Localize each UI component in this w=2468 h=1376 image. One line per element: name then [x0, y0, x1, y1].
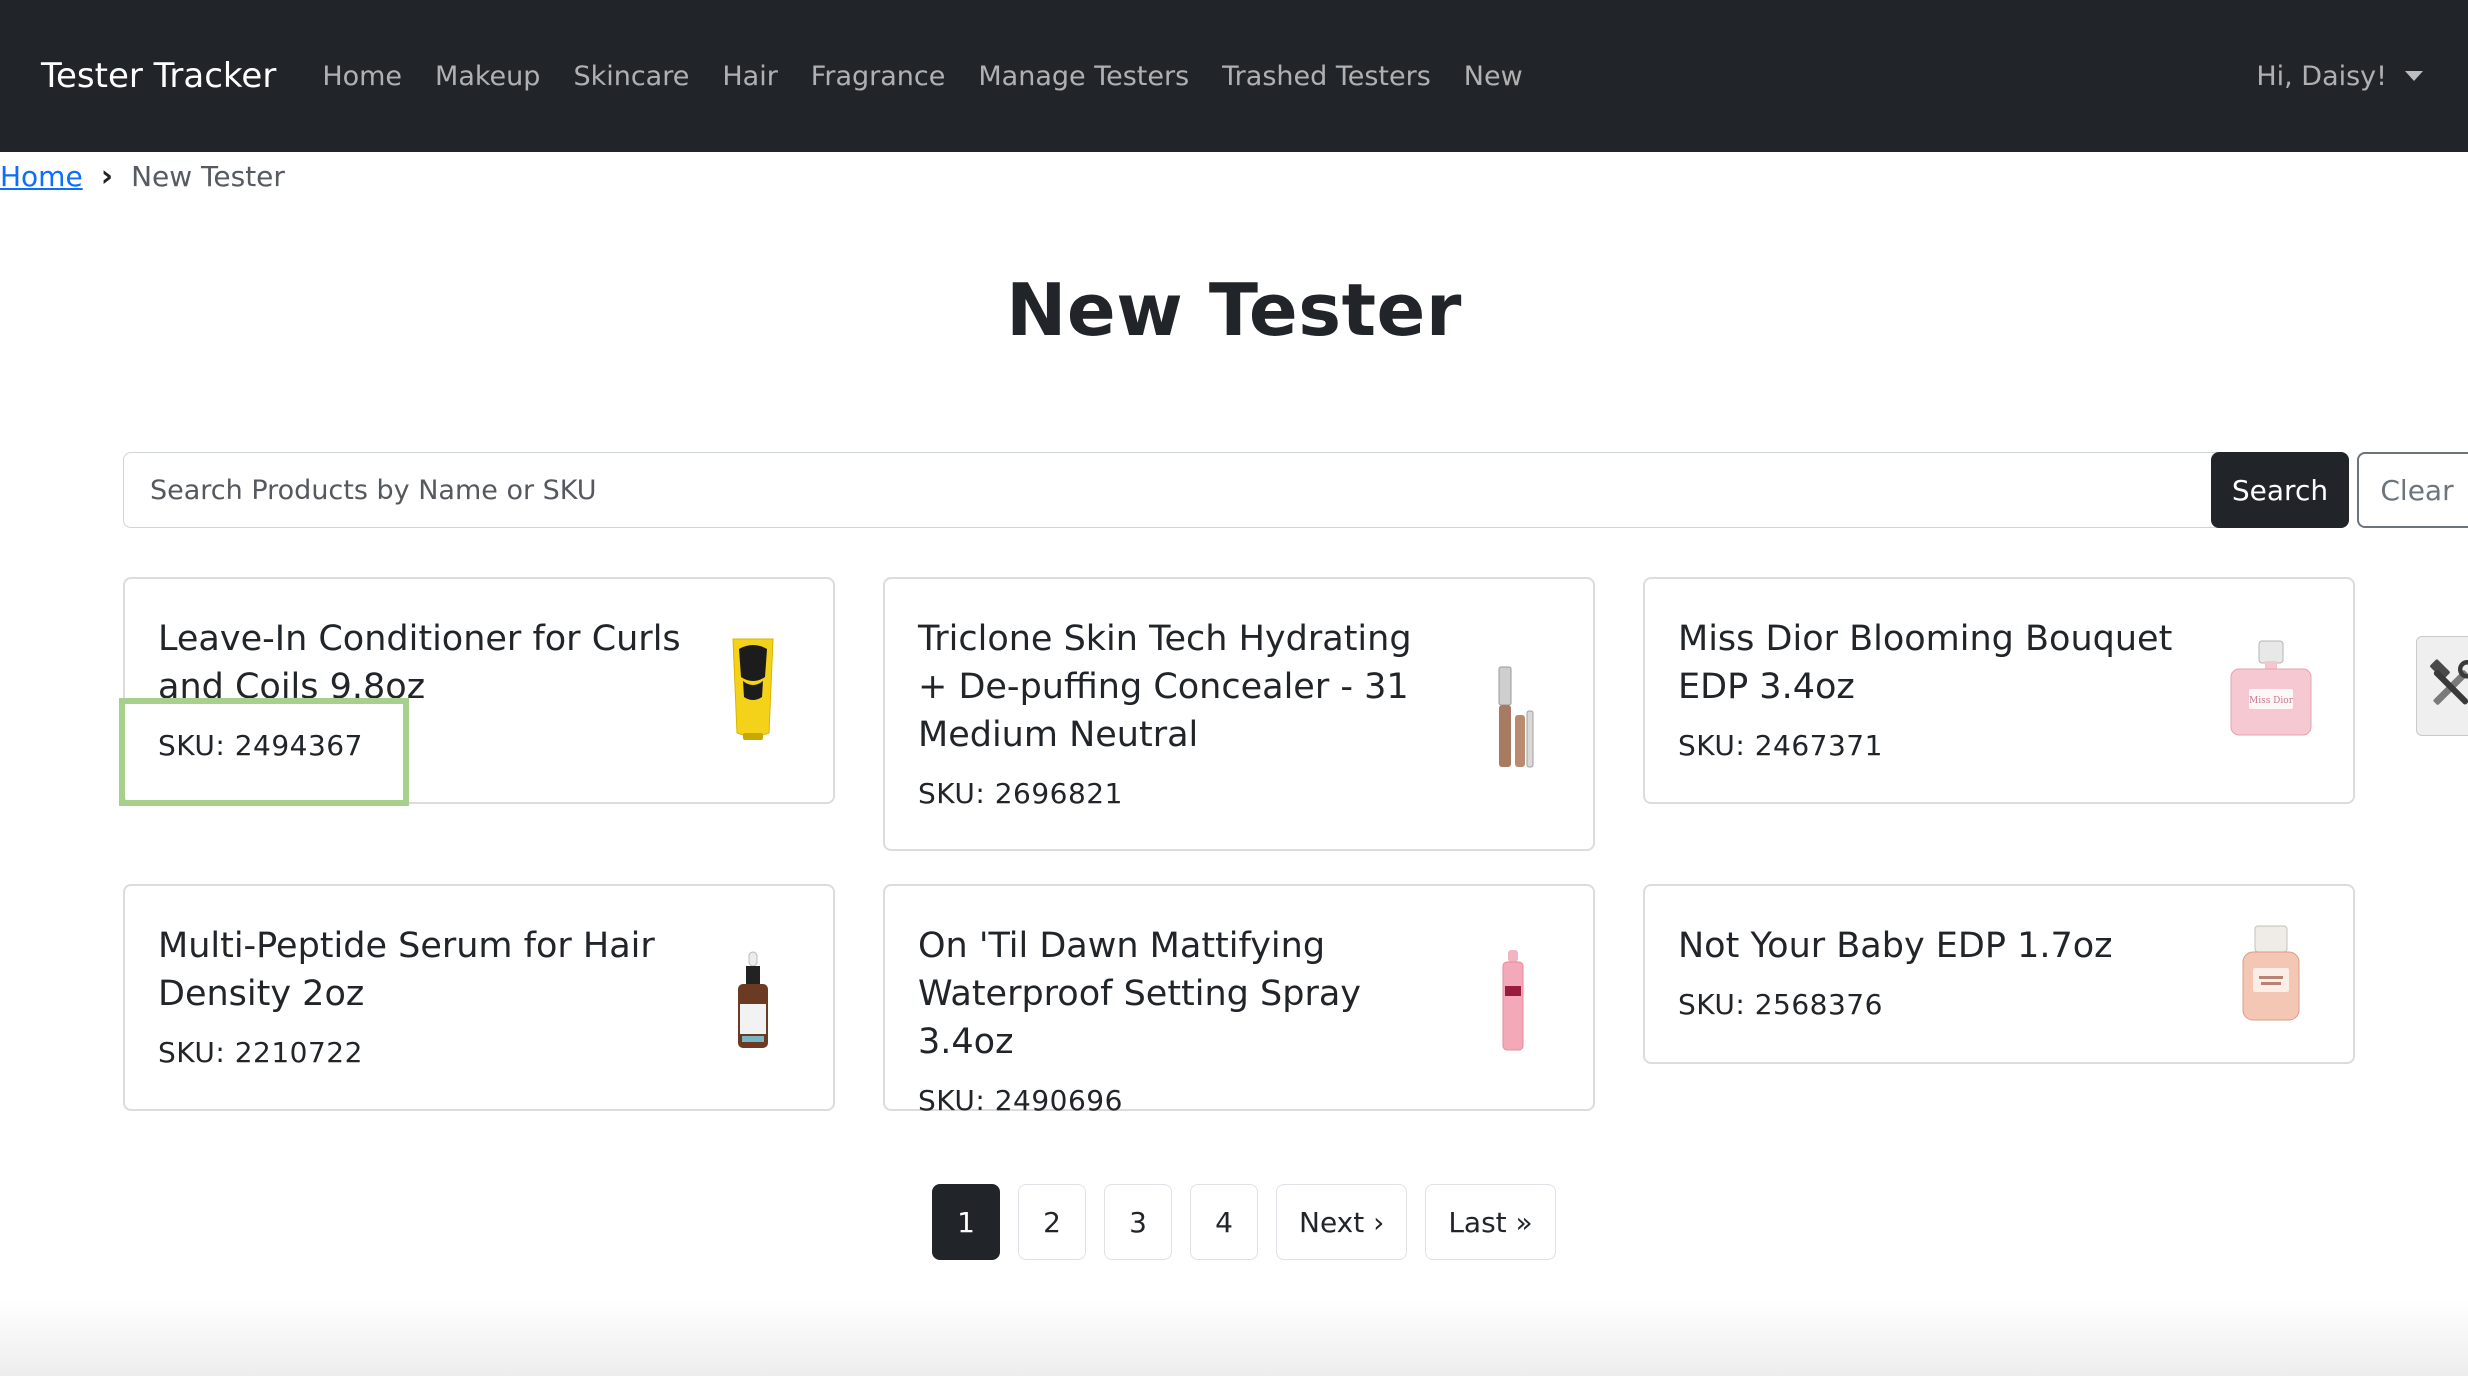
tools-icon — [2430, 659, 2468, 705]
breadcrumb-current: New Tester — [131, 159, 285, 193]
breadcrumb: Home › New Tester — [0, 158, 285, 194]
user-dropdown-toggle[interactable]: Hi, Daisy! — [2256, 61, 2423, 92]
tools-button[interactable] — [2416, 636, 2468, 736]
nav-links: Home Makeup Skincare Hair Fragrance Mana… — [322, 61, 1522, 92]
brand-logo-link[interactable]: Tester Tracker — [41, 56, 276, 96]
product-name: Multi-Peptide Serum for Hair Density 2oz — [158, 926, 655, 1014]
product-name: Miss Dior Blooming Bouquet EDP 3.4oz — [1678, 619, 2173, 707]
product-card[interactable]: Not Your Baby EDP 1.7oz SKU: 2568376 — [1643, 884, 2355, 1064]
nav-link-skincare[interactable]: Skincare — [573, 61, 689, 92]
chevron-down-icon — [2405, 71, 2423, 81]
product-card[interactable]: Triclone Skin Tech Hydrating + De-puffin… — [883, 577, 1595, 851]
pagination: 1 2 3 4 Next › Last » — [932, 1184, 1556, 1260]
clear-button[interactable]: Clear — [2357, 452, 2468, 528]
product-sku: SKU: 2210722 — [158, 1036, 363, 1069]
user-greeting: Hi, Daisy! — [2256, 60, 2387, 92]
product-name: Not Your Baby EDP 1.7oz — [1678, 926, 2113, 966]
product-name: On 'Til Dawn Mattifying Waterproof Setti… — [918, 926, 1362, 1062]
nav-link-hair[interactable]: Hair — [722, 61, 777, 92]
perfume-bottle-icon — [2242, 925, 2300, 1021]
concealer-wand-product-icon — [1498, 666, 1534, 768]
search-bar: Search Clear — [123, 452, 2468, 528]
search-input[interactable] — [123, 452, 2218, 528]
nav-link-makeup[interactable]: Makeup — [435, 61, 540, 92]
pink-spray-bottle-icon — [1502, 950, 1524, 1051]
yellow-tube-product-icon — [732, 638, 774, 740]
product-name: Leave-In Conditioner for Curls and Coils… — [158, 619, 681, 707]
chevron-right-icon: › — [100, 158, 114, 194]
product-card[interactable]: Leave-In Conditioner for Curls and Coils… — [123, 577, 835, 804]
bottom-shadow — [0, 1300, 2468, 1376]
search-button[interactable]: Search — [2211, 452, 2349, 528]
product-sku: SKU: 2696821 — [918, 777, 1123, 810]
next-page-button[interactable]: Next › — [1276, 1184, 1408, 1260]
nav-link-new[interactable]: New — [1464, 61, 1523, 92]
product-sku: SKU: 2490696 — [918, 1084, 1123, 1117]
dropper-bottle-product-icon — [738, 951, 768, 1048]
nav-link-home[interactable]: Home — [322, 61, 402, 92]
pink-perfume-bottle-icon: Miss Dior — [2230, 640, 2312, 736]
page-button-1[interactable]: 1 — [932, 1184, 1000, 1260]
page-button-4[interactable]: 4 — [1190, 1184, 1258, 1260]
page-button-2[interactable]: 2 — [1018, 1184, 1086, 1260]
nav-link-fragrance[interactable]: Fragrance — [811, 61, 946, 92]
last-page-button[interactable]: Last » — [1425, 1184, 1556, 1260]
nav-link-manage-testers[interactable]: Manage Testers — [978, 61, 1189, 92]
top-navbar: Tester Tracker Home Makeup Skincare Hair… — [0, 0, 2468, 152]
nav-link-trashed-testers[interactable]: Trashed Testers — [1222, 61, 1431, 92]
product-name: Triclone Skin Tech Hydrating + De-puffin… — [918, 619, 1412, 755]
page-title: New Tester — [1006, 268, 1462, 352]
svg-text:Miss Dior: Miss Dior — [2249, 696, 2294, 706]
breadcrumb-home-link[interactable]: Home — [0, 160, 83, 193]
product-card[interactable]: Multi-Peptide Serum for Hair Density 2oz… — [123, 884, 835, 1111]
product-card[interactable]: Miss Dior Blooming Bouquet EDP 3.4oz SKU… — [1643, 577, 2355, 804]
product-card[interactable]: On 'Til Dawn Mattifying Waterproof Setti… — [883, 884, 1595, 1117]
page-button-3[interactable]: 3 — [1104, 1184, 1172, 1260]
